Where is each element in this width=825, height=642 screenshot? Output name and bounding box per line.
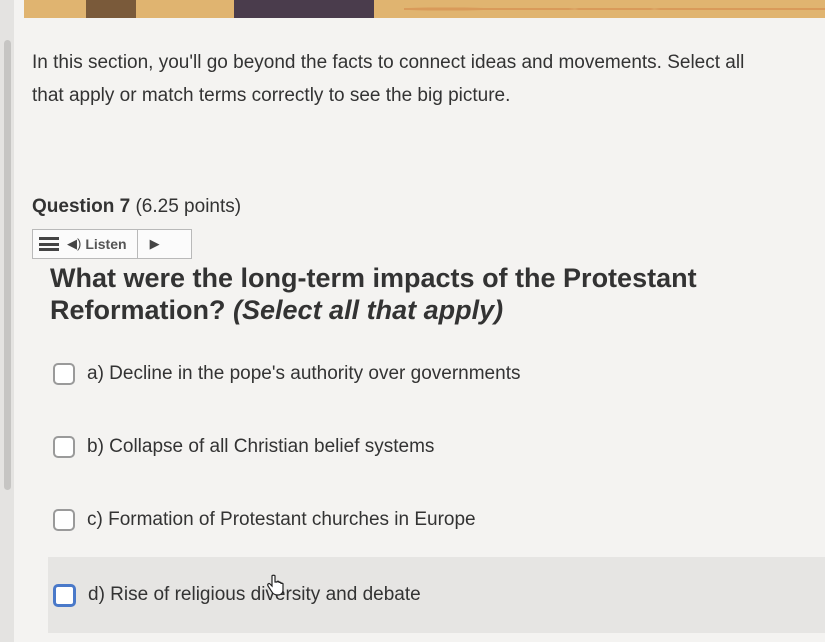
toolbar-divider <box>136 230 138 258</box>
question-instruction: (Select all that apply) <box>233 295 504 325</box>
checkbox[interactable] <box>53 583 76 607</box>
checkbox[interactable] <box>53 363 75 385</box>
option-c[interactable]: c) Formation of Protestant churches in E… <box>48 500 825 540</box>
question-text: What were the long-term impacts of the P… <box>50 262 790 326</box>
banner-shape <box>234 0 374 18</box>
scrollbar-thumb[interactable] <box>4 40 11 490</box>
option-b[interactable]: b) Collapse of all Christian belief syst… <box>48 427 825 467</box>
banner-shape <box>86 0 136 18</box>
option-a[interactable]: a) Decline in the pope's authority over … <box>48 354 825 394</box>
option-label[interactable]: d) Rise of religious diversity and debat… <box>88 584 421 606</box>
hand-cursor-icon <box>267 574 284 596</box>
scrollbar[interactable] <box>0 0 14 642</box>
checkbox[interactable] <box>53 436 75 458</box>
checkbox[interactable] <box>53 509 75 531</box>
intro-text: In this section, you'll go beyond the fa… <box>32 46 802 112</box>
header-banner-image <box>24 0 825 18</box>
intro-line: In this section, you'll go beyond the fa… <box>32 52 745 73</box>
option-d[interactable]: d) Rise of religious diversity and debat… <box>48 557 825 633</box>
listen-toolbar: ◀︎) Listen ▶ <box>32 229 192 259</box>
question-points: (6.25 points) <box>135 196 242 217</box>
intro-line: that apply or match terms correctly to s… <box>32 85 511 106</box>
option-label[interactable]: c) Formation of Protestant churches in E… <box>87 509 476 531</box>
question-number: Question 7 <box>32 196 131 217</box>
option-label[interactable]: b) Collapse of all Christian belief syst… <box>87 436 434 458</box>
menu-icon[interactable] <box>39 237 59 251</box>
speaker-icon[interactable]: ◀︎) <box>67 236 81 252</box>
play-icon[interactable]: ▶ <box>150 236 160 252</box>
question-header: Question 7 (6.25 points) <box>32 196 241 218</box>
listen-button[interactable]: Listen <box>85 236 126 252</box>
banner-pattern <box>404 4 825 14</box>
option-label[interactable]: a) Decline in the pope's authority over … <box>87 363 520 385</box>
